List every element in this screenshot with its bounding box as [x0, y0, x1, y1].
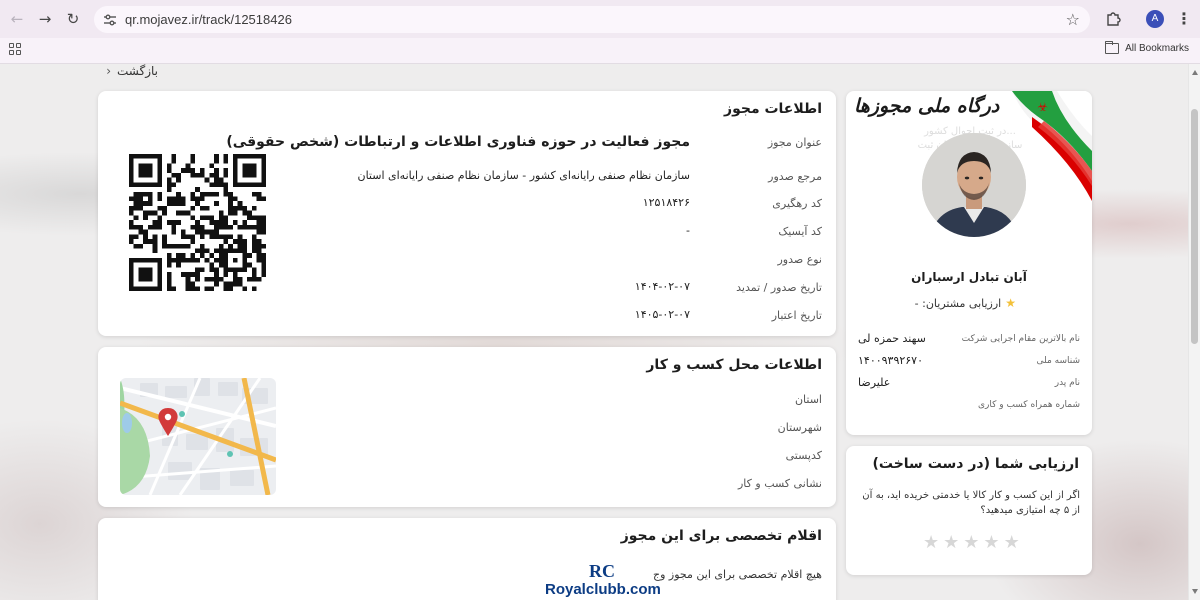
- your-rating-card: ارزیابی شما (در دست ساخت) اگر از این کسب…: [846, 446, 1092, 575]
- qr-code: [129, 154, 266, 291]
- business-phone-label: شماره همراه کسب و کاری: [977, 400, 1080, 410]
- rating-star-icon[interactable]: ★: [1004, 532, 1020, 553]
- scroll-up-arrow-icon[interactable]: [1192, 70, 1198, 75]
- scrollbar-thumb[interactable]: [1191, 109, 1198, 344]
- postal-code-label: کدپستی: [785, 449, 822, 462]
- business-location-card: اطلاعات محل کسب و کار استان شهرستان کدپس…: [98, 347, 836, 507]
- ceo-name-label: نام بالاترین مقام اجرایی شرکت: [961, 334, 1080, 344]
- license-title-value: مجوز فعالیت در حوزه فناوری اطلاعات و ارت…: [226, 134, 690, 150]
- bookmark-star-icon[interactable]: ☆: [1066, 10, 1080, 29]
- folder-icon: [1104, 41, 1120, 54]
- all-bookmarks-button[interactable]: All Bookmarks: [1104, 41, 1189, 54]
- browser-menu-icon[interactable]: ⋮: [1176, 9, 1192, 29]
- license-title-label: عنوان مجوز: [767, 136, 822, 149]
- apps-grid-icon[interactable]: [9, 43, 21, 55]
- national-id-value: ۱۴۰۰۹۳۹۲۶۷۰: [858, 354, 923, 367]
- customer-rating: ★ ارزیابی مشتریان: -: [915, 296, 1016, 310]
- back-arrow-icon[interactable]: ←: [6, 8, 28, 30]
- items-card-title: اقلام تخصصی برای این مجوز: [620, 528, 822, 544]
- issue-type-label: نوع صدور: [777, 253, 822, 266]
- tracking-code-value: ۱۲۵۱۸۴۲۶: [642, 196, 690, 209]
- watermark-logo: RC Royalclubb.com: [545, 561, 661, 599]
- city-label: شهرستان: [777, 421, 822, 434]
- bookmarks-bar: All Bookmarks: [0, 38, 1200, 64]
- specialized-items-card: اقلام تخصصی برای این مجوز هیچ اقلام تخصص…: [98, 518, 836, 600]
- tracking-code-label: کد رهگیری: [772, 197, 822, 210]
- rating-star-icon[interactable]: ★: [943, 532, 959, 553]
- rating-card-title: ارزیابی شما (در دست ساخت): [872, 456, 1079, 472]
- rating-star-icon[interactable]: ★: [983, 532, 999, 553]
- extensions-icon[interactable]: [1105, 10, 1121, 26]
- reload-icon[interactable]: ↻: [62, 8, 84, 30]
- url-text[interactable]: qr.mojavez.ir/track/12518426: [125, 12, 292, 27]
- expiry-date-label: تاریخ اعتبار: [771, 309, 822, 322]
- issuer-label: مرجع صدور: [768, 170, 822, 183]
- svg-text:RC: RC: [589, 561, 615, 580]
- watermark-rc-icon: RC: [589, 561, 615, 580]
- address-label: نشانی کسب و کار: [737, 477, 822, 490]
- father-name-label: نام پدر: [1054, 378, 1080, 388]
- issue-date-label: تاریخ صدور / تمدید: [736, 281, 822, 294]
- customer-rating-label: ارزیابی مشتریان: -: [914, 296, 1002, 310]
- rating-question: اگر از این کسب و کار کالا یا خدمتی خریده…: [862, 490, 1080, 516]
- all-bookmarks-label: All Bookmarks: [1125, 43, 1189, 54]
- items-empty-text: هیچ اقلام تخصصی برای این مجوز وج: [653, 568, 822, 581]
- business-profile-card: ☣ درگاه ملی مجوزها ...در ثبت احوال کشور …: [846, 91, 1092, 435]
- site-info-icon[interactable]: [102, 12, 118, 28]
- ceo-name-value: سهند حمزه لی: [858, 332, 926, 345]
- national-id-label: شناسه ملی: [1036, 356, 1080, 366]
- emblem-icon: ☣: [1037, 100, 1048, 114]
- rating-star-icon[interactable]: ★: [963, 532, 979, 553]
- expiry-date-value: ۱۴۰۵-۰۲-۰۷: [634, 308, 690, 321]
- portal-logo: درگاه ملی مجوزها: [854, 95, 1000, 117]
- profile-photo: [922, 133, 1026, 237]
- license-info-card: اطلاعات مجوز عنوان مجوز مجوز فعالیت در ح…: [98, 91, 836, 336]
- issue-date-value: ۱۴۰۴-۰۲-۰۷: [634, 280, 690, 293]
- location-card-title: اطلاعات محل کسب و کار: [646, 357, 822, 373]
- page-scrollbar[interactable]: [1188, 64, 1200, 600]
- page-viewport: بازگشت ‹ اطلاعات مجوز عنوان مجوز مجوز فع…: [0, 64, 1188, 600]
- back-link[interactable]: بازگشت ‹: [98, 64, 158, 78]
- browser-toolbar: ← → ↻ qr.mojavez.ir/track/12518426 ☆ A ⋮: [0, 0, 1200, 38]
- rating-stars[interactable]: ★ ★ ★ ★ ★: [923, 532, 1020, 553]
- isic-code-value: -: [686, 224, 690, 237]
- profile-avatar[interactable]: A: [1146, 10, 1164, 28]
- issuer-value: سازمان نظام صنفی رایانه‌ای کشور - سازمان…: [357, 169, 691, 182]
- location-map[interactable]: [120, 378, 276, 495]
- father-name-value: علیرضا: [858, 376, 891, 389]
- address-bar[interactable]: qr.mojavez.ir/track/12518426 ☆: [94, 6, 1090, 33]
- back-link-label: بازگشت: [117, 64, 158, 78]
- watermark-text: Royalclubb.com: [545, 581, 661, 598]
- scroll-down-arrow-icon[interactable]: [1192, 589, 1198, 594]
- business-name: آبان تبادل ارسباران: [911, 270, 1027, 284]
- forward-arrow-icon[interactable]: →: [34, 8, 56, 30]
- license-card-title: اطلاعات مجوز: [724, 101, 822, 117]
- rating-star-icon[interactable]: ★: [923, 532, 939, 553]
- isic-code-label: کد آیسیک: [778, 225, 822, 238]
- chevron-left-icon: ‹: [106, 64, 111, 78]
- star-icon: ★: [1005, 296, 1016, 310]
- province-label: استان: [794, 393, 822, 406]
